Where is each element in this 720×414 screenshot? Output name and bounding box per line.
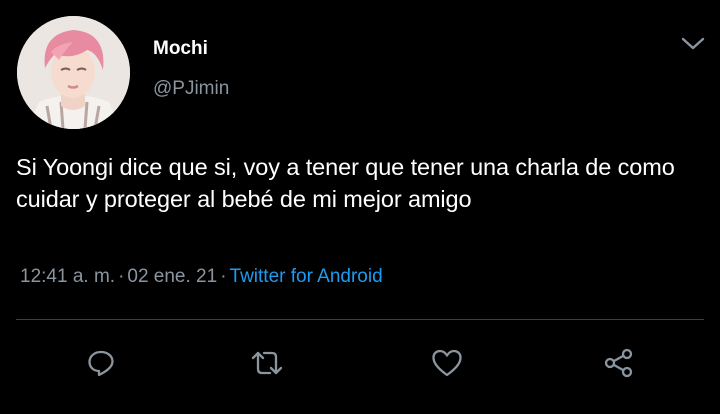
retweet-icon [251, 351, 283, 375]
author-name[interactable]: Mochi [153, 38, 208, 60]
tweet-time[interactable]: 12:41 a. m. [20, 266, 115, 287]
tweet-meta: 12:41 a. m. · 02 ene. 21 · Twitter for Andro… [20, 266, 383, 288]
avatar[interactable] [17, 16, 130, 129]
divider [16, 319, 704, 320]
like-button[interactable] [430, 346, 464, 380]
chevron-down-icon[interactable] [680, 34, 706, 54]
reply-icon [88, 350, 114, 377]
tweet-source-link[interactable]: Twitter for Android [230, 266, 383, 287]
retweet-button[interactable] [250, 346, 284, 380]
tweet-date[interactable]: 02 ene. 21 [127, 266, 217, 287]
meta-separator: · [220, 266, 227, 287]
reply-button[interactable] [84, 346, 118, 380]
like-icon [432, 349, 462, 377]
author-handle[interactable]: @PJimin [153, 78, 229, 100]
share-button[interactable] [602, 346, 636, 380]
meta-separator: · [118, 266, 125, 287]
share-icon [604, 348, 633, 378]
tweet-text: Si Yoongi dice que si, voy a tener que t… [16, 154, 675, 212]
